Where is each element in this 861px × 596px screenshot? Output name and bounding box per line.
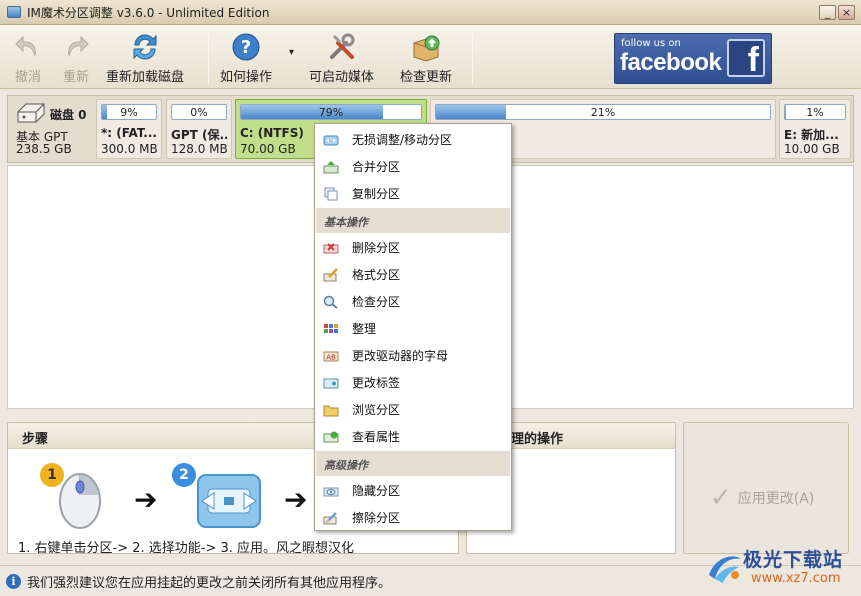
toolbar-separator xyxy=(208,29,209,85)
hide-icon xyxy=(322,483,340,499)
defrag-icon xyxy=(322,321,340,337)
redo-icon xyxy=(60,31,92,63)
apply-changes-label: 应用更改(A) xyxy=(737,491,815,507)
window-title: IM魔术分区调整 v3.6.0 - Unlimited Edition xyxy=(27,5,270,20)
title-bar: IM魔术分区调整 v3.6.0 - Unlimited Edition _ × xyxy=(0,0,861,25)
watermark: 极光下载站 www.xz7.com xyxy=(705,543,855,591)
partition-label: E: 新加... xyxy=(784,128,839,142)
check-update-button[interactable]: 检查更新 xyxy=(400,31,452,85)
wipe-icon xyxy=(322,510,340,526)
watermark-logo-icon xyxy=(705,549,743,588)
menu-format-partition[interactable]: 格式分区 xyxy=(316,261,510,288)
howto-button[interactable]: ? 如何操作 xyxy=(220,31,272,85)
undo-icon xyxy=(12,31,44,63)
undo-button[interactable]: 撤消 xyxy=(12,31,44,85)
partition-1[interactable]: 0% GPT (保... 128.0 MB xyxy=(166,99,232,159)
close-button[interactable]: × xyxy=(838,5,855,20)
facebook-wordmark: facebook xyxy=(620,49,722,76)
partition-usage-bar: 79% xyxy=(240,104,422,120)
tools-icon xyxy=(326,31,358,63)
menu-section-basic: 基本操作 xyxy=(316,208,510,233)
facebook-f-icon: f xyxy=(727,39,765,79)
merge-icon xyxy=(322,159,340,175)
partition-label: *: (FAT... xyxy=(101,126,157,140)
redo-button[interactable]: 重新 xyxy=(60,31,92,85)
menu-wipe-partition[interactable]: 擦除分区 xyxy=(316,504,510,531)
menu-browse-partition[interactable]: 浏览分区 xyxy=(316,396,510,423)
arrow-icon: ➔ xyxy=(284,483,308,516)
magnifier-icon xyxy=(322,294,340,310)
bootable-media-button[interactable]: 可启动媒体 xyxy=(309,31,374,85)
check-icon: ✓ xyxy=(710,483,732,513)
reload-disk-button[interactable]: 重新加载磁盘 xyxy=(106,31,184,85)
menu-defragment[interactable]: 整理 xyxy=(316,315,510,342)
menu-merge-partition[interactable]: 合并分区 xyxy=(316,153,510,180)
folder-icon xyxy=(322,402,340,418)
properties-icon xyxy=(322,429,340,445)
menu-view-properties[interactable]: 查看属性 xyxy=(316,423,510,450)
menu-change-label[interactable]: 更改标签 xyxy=(316,369,510,396)
partition-usage-bar: 0% xyxy=(171,104,227,120)
partition-usage-percent: 9% xyxy=(120,106,138,119)
partition-context-menu: 无损调整/移动分区 合并分区 复制分区 基本操作 删除分区 格式分区 检查分区 … xyxy=(314,123,512,531)
drive-letter-icon: AB xyxy=(322,348,340,364)
howto-dropdown-icon[interactable]: ▾ xyxy=(289,47,294,58)
info-icon: i xyxy=(6,573,21,589)
partition-0[interactable]: 9% *: (FAT... 300.0 MB xyxy=(96,99,162,159)
toolbar: 撤消 重新 重新加载磁盘 ? 如何操作 ▾ 可启动媒体 检查更新 follow … xyxy=(0,25,861,89)
hard-disk-icon xyxy=(16,102,46,127)
resize-move-icon xyxy=(322,132,340,148)
partition-usage-bar: 1% xyxy=(784,104,846,120)
svg-text:AB: AB xyxy=(326,353,336,361)
facebook-follow-text: follow us on xyxy=(621,38,681,49)
watermark-title: 极光下载站 xyxy=(743,549,844,571)
format-icon xyxy=(322,267,340,283)
partition-size: 300.0 MB xyxy=(101,142,158,156)
refresh-icon xyxy=(129,31,161,63)
partition-usage-bar: 9% xyxy=(101,104,157,120)
status-text: 我们强烈建议您在应用挂起的更改之前关闭所有其他应用程序。 xyxy=(27,575,392,591)
apply-panel: ✓ 应用更改(A) xyxy=(683,422,849,554)
partition-usage-percent: 79% xyxy=(318,106,344,119)
disk-name: 磁盘 0 xyxy=(50,108,87,122)
step-2-badge: 2 xyxy=(172,463,196,487)
svg-text:?: ? xyxy=(241,37,251,58)
copy-icon xyxy=(322,186,340,202)
partition-size: 70.00 GB xyxy=(240,142,296,156)
facebook-banner[interactable]: follow us on facebook f xyxy=(614,33,772,84)
partition-4[interactable]: 1% E: 新加... 10.00 GB xyxy=(779,99,851,159)
disk-size: 238.5 GB xyxy=(16,142,72,156)
menu-copy-partition[interactable]: 复制分区 xyxy=(316,180,510,207)
steps-instructions: 1. 右键单击分区-> 2. 选择功能-> 3. 应用。风之暇想汉化 xyxy=(18,541,355,556)
partition-label: C: (NTFS) xyxy=(240,126,304,140)
apply-changes-button[interactable]: ✓ 应用更改(A) xyxy=(710,483,814,513)
partition-usage-bar: 21% xyxy=(435,104,771,120)
menu-hide-partition[interactable]: 隐藏分区 xyxy=(316,477,510,504)
minimize-button[interactable]: _ xyxy=(819,5,836,20)
menu-change-drive-letter[interactable]: AB 更改驱动器的字母 xyxy=(316,342,510,369)
resize-partition-icon xyxy=(194,469,264,536)
menu-resize-move-partition[interactable]: 无损调整/移动分区 xyxy=(316,126,510,153)
partition-usage-percent: 21% xyxy=(590,106,616,119)
watermark-url: www.xz7.com xyxy=(751,571,841,586)
label-icon xyxy=(322,375,340,391)
partition-usage-percent: 0% xyxy=(190,106,208,119)
help-icon: ? xyxy=(230,31,262,63)
partition-size: 128.0 MB xyxy=(171,142,228,156)
partition-size: 10.00 GB xyxy=(784,142,840,156)
menu-check-partition[interactable]: 检查分区 xyxy=(316,288,510,315)
step-1-badge: 1 xyxy=(40,463,64,487)
delete-icon xyxy=(322,240,340,256)
partition-label: GPT (保... xyxy=(171,128,227,142)
arrow-icon: ➔ xyxy=(134,483,158,516)
menu-section-advanced: 高级操作 xyxy=(316,451,510,476)
app-icon xyxy=(7,6,21,18)
update-box-icon xyxy=(410,31,442,63)
partition-usage-percent: 1% xyxy=(806,106,824,119)
menu-delete-partition[interactable]: 删除分区 xyxy=(316,234,510,261)
disk-info[interactable]: 磁盘 0 基本 GPT 238.5 GB xyxy=(8,96,96,162)
toolbar-separator xyxy=(472,29,473,85)
